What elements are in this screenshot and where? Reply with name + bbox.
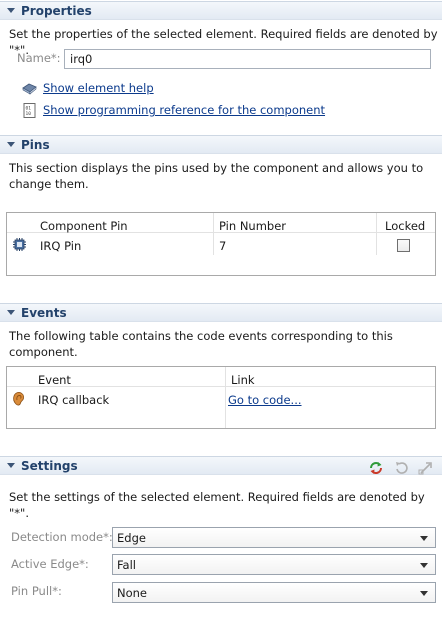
detection-mode-label: Detection mode*: [11, 530, 113, 544]
svg-text:10: 10 [26, 111, 32, 117]
detection-mode-select[interactable]: Edge [112, 527, 436, 548]
events-description: The following table contains the code ev… [9, 329, 393, 359]
pins-description: This section displays the pins used by t… [9, 161, 424, 191]
chevron-down-icon[interactable] [420, 536, 428, 541]
binary-document-icon: 01 10 [23, 103, 36, 118]
collapse-triangle-icon[interactable] [7, 142, 15, 147]
chevron-down-icon[interactable] [420, 591, 428, 596]
pin-chip-icon [13, 238, 26, 251]
column-header-event[interactable]: Event [38, 373, 71, 387]
help-link-text[interactable]: Show element help [43, 81, 154, 95]
events-section-header[interactable]: Events [0, 303, 442, 322]
events-table: Event Link IRQ callback Go to code... [6, 366, 436, 429]
chevron-down-icon[interactable] [420, 563, 428, 568]
events-title: Events [21, 306, 67, 320]
active-edge-value: Fall [117, 558, 136, 572]
pin-number-cell[interactable]: 7 [219, 239, 226, 253]
table-row[interactable]: IRQ callback Go to code... [7, 388, 435, 410]
settings-description: Set the settings of the selected element… [9, 490, 425, 520]
pin-pull-select[interactable]: None [112, 582, 436, 603]
ear-icon [13, 391, 25, 406]
column-header-link[interactable]: Link [231, 373, 255, 387]
pins-table: Component Pin Pin Number Locked IRQ Pin … [6, 212, 436, 276]
pin-pull-value: None [117, 586, 148, 600]
pins-title: Pins [21, 138, 50, 152]
name-field[interactable]: irq0 [64, 49, 431, 69]
pin-name-cell: IRQ Pin [40, 239, 82, 253]
pin-pull-label: Pin Pull*: [11, 584, 62, 598]
svg-text:01: 01 [26, 106, 32, 112]
column-header-component-pin[interactable]: Component Pin [40, 219, 128, 233]
refresh-icon[interactable] [368, 460, 384, 476]
name-label: Name*: [17, 51, 61, 65]
collapse-triangle-icon[interactable] [7, 463, 15, 468]
detection-mode-value: Edge [117, 531, 146, 545]
event-name-cell: IRQ callback [38, 393, 110, 407]
restore-defaults-icon[interactable] [394, 460, 410, 476]
active-edge-select[interactable]: Fall [112, 554, 436, 575]
reference-link-text[interactable]: Show programming reference for the compo… [43, 103, 325, 117]
events-table-header: Event Link [7, 367, 435, 387]
table-row[interactable]: IRQ Pin 7 [7, 234, 435, 256]
collapse-triangle-icon[interactable] [7, 8, 15, 13]
help-book-icon [22, 83, 37, 95]
expand-settings-icon[interactable] [418, 460, 434, 476]
go-to-code-link[interactable]: Go to code... [228, 393, 302, 407]
column-header-pin-number[interactable]: Pin Number [219, 219, 286, 233]
properties-section-header[interactable]: Properties [0, 1, 442, 20]
collapse-triangle-icon[interactable] [7, 310, 15, 315]
active-edge-label: Active Edge*: [11, 557, 89, 571]
locked-checkbox[interactable] [397, 239, 410, 252]
pins-table-header: Component Pin Pin Number Locked [7, 213, 435, 233]
pins-section-header[interactable]: Pins [0, 135, 442, 154]
properties-title: Properties [21, 4, 92, 18]
column-header-locked[interactable]: Locked [385, 219, 425, 233]
settings-title: Settings [21, 459, 78, 473]
